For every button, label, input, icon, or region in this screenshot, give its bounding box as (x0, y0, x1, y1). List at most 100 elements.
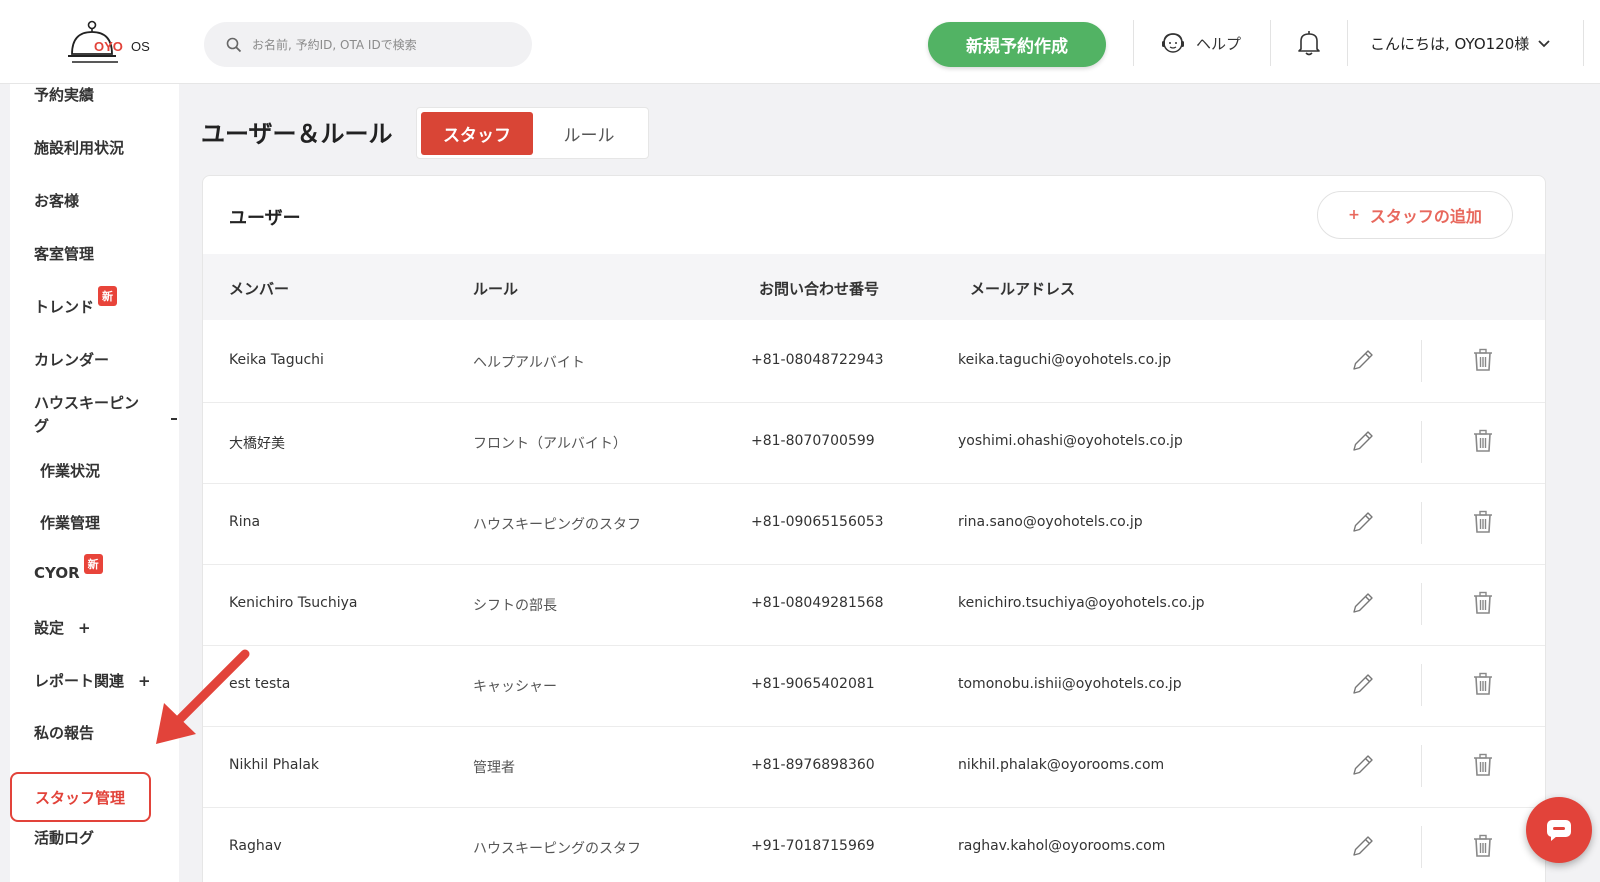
sidebar-item-label: 作業管理 (40, 514, 101, 532)
sidebar-item-label: スタッフ管理 (35, 788, 126, 807)
greeting-text: こんにちは, OYO120様 (1370, 35, 1530, 53)
trash-icon[interactable] (1473, 672, 1493, 696)
member-name: 大橋好美 (229, 436, 285, 452)
member-role: シフトの部長 (473, 598, 557, 614)
column-header-phone: お問い合わせ番号 (759, 280, 880, 298)
header-divider (1583, 20, 1584, 66)
sidebar-item-label: 設定 (34, 619, 65, 637)
tab-staff[interactable]: スタッフ (421, 112, 533, 155)
edit-pencil-icon[interactable] (1350, 590, 1376, 616)
trash-icon[interactable] (1473, 429, 1493, 453)
edit-pencil-icon[interactable] (1350, 671, 1376, 697)
add-staff-label: スタッフの追加 (1369, 207, 1482, 226)
member-phone: +81-9065402081 (751, 676, 875, 692)
sidebar-item-label: 客室管理 (34, 245, 95, 263)
add-staff-button[interactable]: + スタッフの追加 (1317, 191, 1513, 239)
member-phone: +81-09065156053 (751, 514, 884, 530)
sidebar-item-reports[interactable]: レポート関連 + (34, 670, 151, 691)
edit-pencil-icon[interactable] (1350, 509, 1376, 535)
member-name: Keika Taguchi (229, 352, 324, 368)
member-email: tomonobu.ishii@oyohotels.co.jp (958, 676, 1182, 692)
expand-plus-icon[interactable]: + (78, 619, 91, 637)
sidebar-item-work-status[interactable]: 作業状況 (40, 460, 100, 481)
sidebar-item-reservations[interactable]: 予約実績 (34, 84, 94, 105)
edit-pencil-icon[interactable] (1350, 428, 1376, 454)
user-menu[interactable]: こんにちは, OYO120様 (1370, 33, 1551, 54)
chevron-down-icon (1538, 39, 1550, 47)
collapse-icon[interactable] (171, 418, 177, 420)
member-role: ハウスキーピングのスタフ (473, 841, 641, 857)
sidebar-item-cyor[interactable]: CYOR 新 (34, 554, 103, 584)
notification-bell-icon[interactable] (1296, 29, 1322, 57)
sidebar-item-staff-management[interactable]: スタッフ管理 (10, 772, 151, 822)
sidebar-item-label: CYOR (34, 564, 80, 582)
sidebar-item-label: グ (34, 417, 50, 435)
member-email: rina.sano@oyohotels.co.jp (958, 514, 1143, 530)
trash-icon[interactable] (1473, 834, 1493, 858)
header-divider (1270, 20, 1271, 66)
trash-icon[interactable] (1473, 591, 1493, 615)
sidebar-item-my-reports[interactable]: 私の報告 (34, 722, 94, 743)
search-box[interactable] (204, 22, 532, 67)
table-row: est testa キャッシャー +81-9065402081 tomonobu.is… (203, 644, 1545, 727)
table-row: Rina ハウスキーピングのスタフ +81-09065156053 rina.sano… (203, 482, 1545, 565)
top-header: OYO OS 新規予約作成 ヘルプ こんにちは, OYO120様 (0, 0, 1600, 84)
sidebar-item-activity-log[interactable]: 活動ログ (34, 827, 94, 848)
sidebar-item-rooms[interactable]: 客室管理 (34, 243, 94, 264)
action-divider (1421, 340, 1422, 382)
sidebar-item-label: 施設利用状況 (34, 139, 125, 157)
new-reservation-button[interactable]: 新規予約作成 (928, 22, 1106, 67)
tab-rules[interactable]: ルール (533, 112, 645, 155)
oyo-os-logo[interactable]: OYO OS (68, 20, 158, 70)
header-divider (1133, 20, 1134, 66)
svg-text:OYO: OYO (94, 39, 123, 54)
sidebar-item-facility-usage[interactable]: 施設利用状況 (34, 137, 124, 158)
chat-support-button[interactable] (1526, 797, 1592, 863)
sidebar-item-guests[interactable]: お客様 (34, 190, 79, 211)
chat-icon (1547, 820, 1571, 841)
table-row: Raghav ハウスキーピングのスタフ +91-7018715969 raghav.k… (203, 806, 1545, 882)
table-header: メンバー ルール お問い合わせ番号 メールアドレス (203, 254, 1545, 320)
table-row: Keika Taguchi ヘルプアルバイト +81-08048722943 keik… (203, 320, 1545, 403)
member-email: yoshimi.ohashi@oyohotels.co.jp (958, 433, 1183, 449)
card-title: ユーザー (229, 208, 301, 229)
sidebar-item-calendar[interactable]: カレンダー (34, 349, 109, 370)
edit-pencil-icon[interactable] (1350, 833, 1376, 859)
member-email: raghav.kahol@oyorooms.com (958, 838, 1166, 854)
member-phone: +91-7018715969 (751, 838, 875, 854)
member-role: フロント（アルバイト） (473, 436, 627, 452)
header-divider (1347, 20, 1348, 66)
member-email: kenichiro.tsuchiya@oyohotels.co.jp (958, 595, 1205, 611)
sidebar-item-label: 私の報告 (34, 724, 95, 742)
expand-plus-icon[interactable]: + (138, 672, 151, 690)
member-phone: +81-8070700599 (751, 433, 875, 449)
trash-icon[interactable] (1473, 753, 1493, 777)
sidebar-item-label: お客様 (34, 192, 80, 210)
sidebar-item-label: 作業状況 (40, 462, 101, 480)
search-input[interactable] (252, 37, 512, 52)
sidebar-item-settings[interactable]: 設定 + (34, 617, 91, 638)
edit-pencil-icon[interactable] (1350, 752, 1376, 778)
trash-icon[interactable] (1473, 348, 1493, 372)
sidebar-item-label: 予約実績 (34, 86, 95, 104)
trash-icon[interactable] (1473, 510, 1493, 534)
member-phone: +81-08048722943 (751, 352, 884, 368)
sidebar-item-label: トレンド (34, 298, 95, 316)
edit-pencil-icon[interactable] (1350, 347, 1376, 373)
new-badge: 新 (83, 554, 103, 574)
member-name: Kenichiro Tsuchiya (229, 595, 358, 611)
sidebar-item-trends[interactable]: トレンド新 (34, 286, 118, 317)
member-phone: +81-8976898360 (751, 757, 875, 773)
sidebar-item-housekeeping[interactable]: ハウスキーピング (34, 392, 139, 438)
member-phone: +81-08049281568 (751, 595, 884, 611)
member-role: ヘルプアルバイト (473, 355, 585, 371)
member-role: 管理者 (473, 760, 515, 776)
search-icon (226, 37, 242, 52)
svg-text:OS: OS (131, 39, 150, 54)
sidebar-item-work-management[interactable]: 作業管理 (40, 512, 100, 533)
table-row: 大橋好美 フロント（アルバイト） +81-8070700599 yoshimi.oha… (203, 401, 1545, 484)
help-link[interactable]: ヘルプ (1160, 30, 1241, 56)
sidebar-item-label: レポート関連 (34, 672, 125, 690)
action-divider (1421, 502, 1422, 544)
table-row: Nikhil Phalak 管理者 +81-8976898360 nikhil.pha… (203, 725, 1545, 808)
